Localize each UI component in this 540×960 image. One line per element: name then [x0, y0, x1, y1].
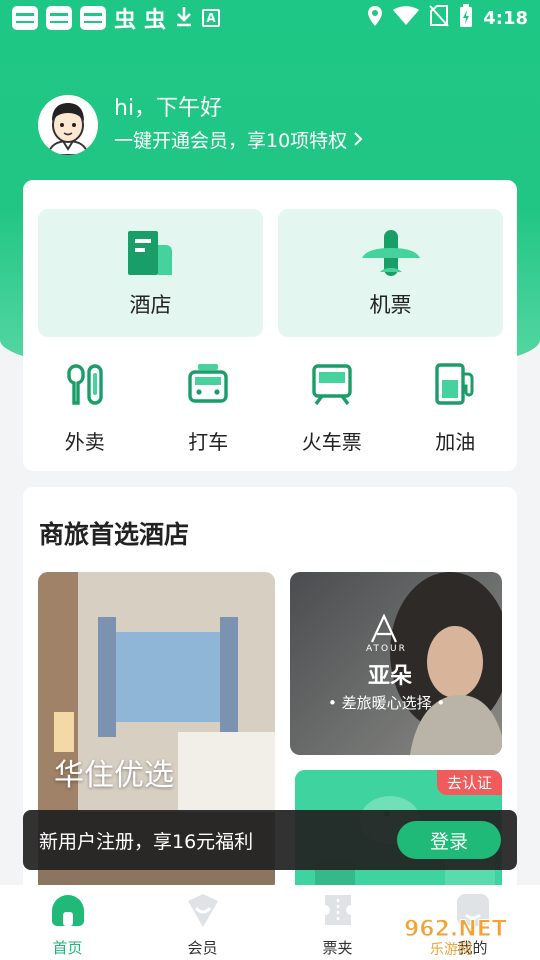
nav-label: 会员 — [187, 939, 218, 957]
service-taxi[interactable]: 打车 — [147, 360, 271, 455]
clock: 4:18 — [483, 7, 528, 29]
train-icon — [311, 360, 353, 408]
service-label: 打车 — [188, 430, 229, 454]
service-takeout[interactable]: 外卖 — [23, 360, 147, 455]
service-label: 火车票 — [301, 430, 362, 454]
service-fuel[interactable]: 加油 — [394, 360, 518, 455]
chevron-right-icon — [353, 127, 363, 155]
login-promo-text: 新用户注册，享16元福利 — [39, 830, 254, 853]
greeting-text: hi，下午好 — [114, 96, 223, 121]
service-label: 酒店 — [129, 293, 172, 317]
battery-icon — [459, 4, 473, 32]
member-icon — [184, 889, 222, 931]
services-card: 酒店 机票 外卖 打车 火车票 加油 — [23, 180, 517, 471]
service-label: 机票 — [369, 293, 412, 317]
nav-label: 首页 — [52, 939, 83, 957]
service-hotel[interactable]: 酒店 — [38, 209, 263, 337]
car-icon — [187, 360, 229, 408]
user-greeting[interactable]: hi，下午好 一键开通会员，享10项特权 — [38, 95, 363, 155]
wifi-icon — [393, 6, 420, 30]
hotel-tagline: • 差旅暖心选择 • — [328, 694, 446, 712]
nav-home[interactable]: 首页 — [0, 885, 135, 960]
ticket-icon — [319, 889, 357, 931]
download-icon — [174, 5, 194, 31]
location-icon — [367, 5, 383, 31]
home-icon — [49, 889, 87, 931]
atour-logo-icon — [370, 613, 398, 648]
verify-badge[interactable]: 去认证 — [436, 770, 502, 795]
hotel-icon — [126, 225, 176, 281]
service-label: 加油 — [435, 430, 476, 454]
nav-member[interactable]: 会员 — [135, 885, 270, 960]
svg-text:乐游网: 乐游网 — [430, 942, 472, 956]
bug-icon: 虫 — [114, 8, 137, 33]
hotel-name: 华住优选 — [54, 758, 174, 793]
a-icon: A — [202, 9, 221, 27]
nav-label: 票夹 — [322, 939, 353, 957]
svg-text:962.NET: 962.NET — [404, 917, 507, 942]
avatar[interactable] — [38, 95, 98, 155]
nav-tickets[interactable]: 票夹 — [270, 885, 405, 960]
bug-icon: 虫 — [144, 8, 167, 33]
atour-logo-text: ATOUR — [366, 644, 407, 654]
takeout-icon — [65, 360, 105, 408]
app-notification-icon — [80, 6, 106, 30]
service-train[interactable]: 火车票 — [270, 360, 394, 455]
no-sim-icon — [429, 5, 449, 31]
member-promo-link[interactable]: 一键开通会员，享10项特权 — [114, 127, 363, 155]
service-label: 外卖 — [64, 430, 105, 454]
section-title: 商旅首选酒店 — [39, 520, 190, 549]
member-promo-text: 一键开通会员，享10项特权 — [114, 130, 348, 152]
plane-icon — [361, 225, 420, 281]
status-bar: 虫 虫 A 4:18 — [0, 0, 540, 36]
watermark-logo: 962.NET 乐游网 — [400, 912, 535, 959]
hotel-card-atour[interactable]: ATOUR 亚朵 • 差旅暖心选择 • — [290, 572, 502, 755]
app-notification-icon — [12, 6, 38, 30]
login-button[interactable]: 登录 — [397, 821, 501, 859]
service-flight[interactable]: 机票 — [278, 209, 503, 337]
login-banner: 新用户注册，享16元福利 登录 — [23, 810, 517, 870]
fuel-icon — [434, 360, 476, 408]
app-notification-icon — [46, 6, 72, 30]
hotel-name: 亚朵 — [368, 664, 413, 689]
